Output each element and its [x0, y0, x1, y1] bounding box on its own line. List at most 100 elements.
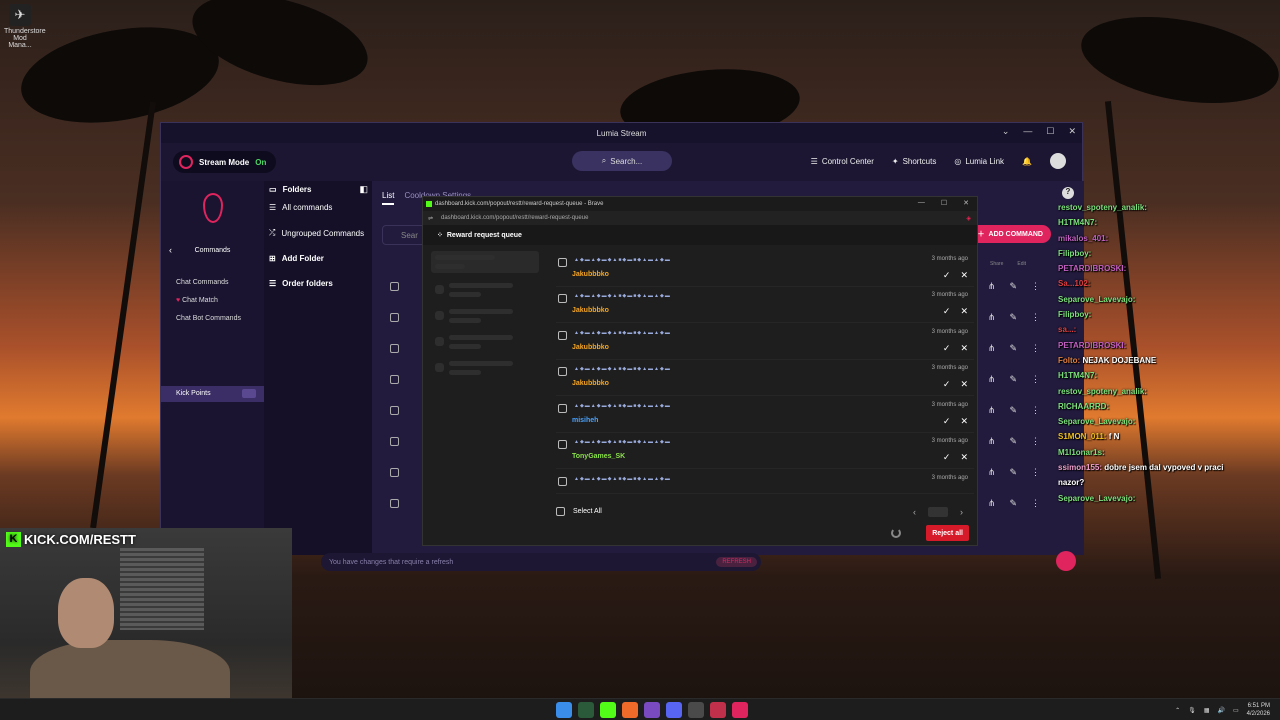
brave-browser-icon[interactable] — [622, 702, 638, 718]
folder-all-commands[interactable]: ☰ All commands — [269, 203, 332, 212]
approve-check-icon[interactable]: ✓ — [943, 416, 951, 427]
row-checkbox[interactable] — [390, 375, 399, 384]
desktop-shortcut-thunderstore[interactable]: ✈ Thunderstore Mod Mana... — [4, 4, 46, 49]
bell-icon[interactable]: 🔔 — [1022, 157, 1032, 166]
reject-x-icon[interactable]: ✕ — [960, 379, 968, 390]
maximize-icon[interactable]: ☐ — [941, 199, 947, 207]
request-checkbox[interactable] — [558, 294, 567, 303]
share-icon[interactable]: ⋔ — [988, 281, 996, 292]
reject-x-icon[interactable]: ✕ — [960, 416, 968, 427]
approve-check-icon[interactable]: ✓ — [943, 270, 951, 281]
sidebar-item-chat-bot-commands[interactable]: Chat Bot Commands — [176, 315, 241, 322]
minimize-icon[interactable]: — — [1023, 126, 1032, 137]
share-icon[interactable]: ⋔ — [988, 498, 996, 509]
request-checkbox[interactable] — [558, 477, 567, 486]
chevron-left-icon[interactable]: ‹ — [913, 507, 916, 517]
reject-x-icon[interactable]: ✕ — [960, 270, 968, 281]
stream-mode-toggle[interactable]: Stream Mode On — [173, 151, 277, 173]
refresh-button[interactable]: REFRESH — [716, 557, 757, 567]
chevron-up-icon[interactable]: ⌃ — [1175, 707, 1180, 714]
edit-icon[interactable]: ✎ — [1009, 312, 1017, 323]
close-icon[interactable]: ✕ — [963, 199, 969, 207]
app-icon[interactable] — [644, 702, 660, 718]
reject-all-button[interactable]: Reject all — [926, 525, 969, 541]
lumia-taskbar-icon[interactable] — [732, 702, 748, 718]
address-bar[interactable]: ⇌ dashboard.kick.com/popout/restt/reward… — [423, 211, 977, 225]
taskbar-clock[interactable]: 6:51 PM 4/2/2026 — [1247, 702, 1270, 718]
close-icon[interactable]: ✕ — [1068, 126, 1076, 137]
approve-check-icon[interactable]: ✓ — [943, 343, 951, 354]
microphone-icon[interactable]: 🎙 — [1188, 707, 1196, 714]
kick-app-icon[interactable] — [600, 702, 616, 718]
shortcuts-link[interactable]: ✦ Shortcuts — [892, 157, 937, 166]
row-checkbox[interactable] — [390, 344, 399, 353]
more-icon[interactable]: ⋮ — [1031, 405, 1040, 416]
more-icon[interactable]: ⋮ — [1031, 467, 1040, 478]
share-icon[interactable]: ⋔ — [988, 436, 996, 447]
order-folders-button[interactable]: ☰ Order folders — [269, 279, 333, 288]
chat-bubble-button[interactable] — [1056, 551, 1076, 571]
reject-x-icon[interactable]: ✕ — [960, 306, 968, 317]
chevron-right-icon[interactable]: › — [960, 507, 963, 517]
share-icon[interactable]: ⋔ — [988, 374, 996, 385]
sidebar-toggle-icon[interactable]: ◧ — [359, 184, 368, 195]
approve-check-icon[interactable]: ✓ — [943, 379, 951, 390]
sidebar-item-kick-points[interactable]: Kick Points — [161, 386, 264, 402]
control-center-link[interactable]: ☰ Control Center — [811, 157, 874, 166]
avatar[interactable] — [1050, 153, 1066, 169]
row-checkbox[interactable] — [390, 437, 399, 446]
volume-icon[interactable]: 🔊 — [1217, 707, 1224, 714]
brave-shield-icon[interactable]: ◈ — [966, 215, 971, 222]
more-icon[interactable]: ⋮ — [1031, 281, 1040, 292]
network-icon[interactable]: ▦ — [1204, 707, 1210, 714]
maximize-icon[interactable]: ☐ — [1046, 126, 1054, 137]
lumia-link-link[interactable]: ◎ Lumia Link — [954, 157, 1004, 166]
sidebar-item-chat-commands[interactable]: Chat Commands — [176, 279, 229, 286]
row-checkbox[interactable] — [390, 468, 399, 477]
app-icon[interactable] — [710, 702, 726, 718]
xbox-icon[interactable] — [578, 702, 594, 718]
more-icon[interactable]: ⋮ — [1031, 343, 1040, 354]
approve-check-icon[interactable]: ✓ — [943, 306, 951, 317]
steam-icon[interactable] — [688, 702, 704, 718]
row-checkbox[interactable] — [390, 499, 399, 508]
folder-ungrouped-commands[interactable]: ⤮ Ungrouped Commands — [269, 228, 364, 238]
reject-x-icon[interactable]: ✕ — [960, 452, 968, 463]
discord-icon[interactable] — [666, 702, 682, 718]
more-icon[interactable]: ⋮ — [1031, 312, 1040, 323]
search-button[interactable]: ⌕ Search... — [572, 151, 672, 171]
share-icon[interactable]: ⋔ — [988, 467, 996, 478]
tab-list[interactable]: List — [382, 191, 395, 205]
edit-icon[interactable]: ✎ — [1009, 281, 1017, 292]
row-checkbox[interactable] — [390, 406, 399, 415]
share-icon[interactable]: ⋔ — [988, 343, 996, 354]
request-checkbox[interactable] — [558, 440, 567, 449]
add-command-button[interactable]: ＋ ADD COMMAND — [969, 225, 1051, 243]
select-all-checkbox[interactable] — [556, 507, 565, 516]
share-icon[interactable]: ⋔ — [988, 405, 996, 416]
row-checkbox[interactable] — [390, 313, 399, 322]
reject-x-icon[interactable]: ✕ — [960, 343, 968, 354]
more-icon[interactable]: ⋮ — [1031, 436, 1040, 447]
battery-icon[interactable]: ▭ — [1233, 707, 1239, 714]
request-checkbox[interactable] — [558, 331, 567, 340]
request-checkbox[interactable] — [558, 404, 567, 413]
edit-icon[interactable]: ✎ — [1009, 374, 1017, 385]
select-all[interactable]: Select All — [556, 507, 602, 516]
more-icon[interactable]: ⋮ — [1031, 498, 1040, 509]
share-icon[interactable]: ⋔ — [988, 312, 996, 323]
edit-icon[interactable]: ✎ — [1009, 343, 1017, 354]
request-checkbox[interactable] — [558, 258, 567, 267]
minimize-icon[interactable]: — — [918, 199, 925, 207]
sidebar-item-chat-match[interactable]: ♥ Chat Match — [176, 297, 218, 304]
edit-icon[interactable]: ✎ — [1009, 436, 1017, 447]
chevron-down-icon[interactable]: ⌄ — [1002, 126, 1010, 137]
approve-check-icon[interactable]: ✓ — [943, 452, 951, 463]
request-checkbox[interactable] — [558, 367, 567, 376]
add-folder-button[interactable]: ⊞ Add Folder — [269, 254, 324, 263]
edit-icon[interactable]: ✎ — [1009, 405, 1017, 416]
help-icon[interactable]: ? — [1062, 187, 1074, 199]
row-checkbox[interactable] — [390, 282, 399, 291]
edit-icon[interactable]: ✎ — [1009, 498, 1017, 509]
edit-icon[interactable]: ✎ — [1009, 467, 1017, 478]
